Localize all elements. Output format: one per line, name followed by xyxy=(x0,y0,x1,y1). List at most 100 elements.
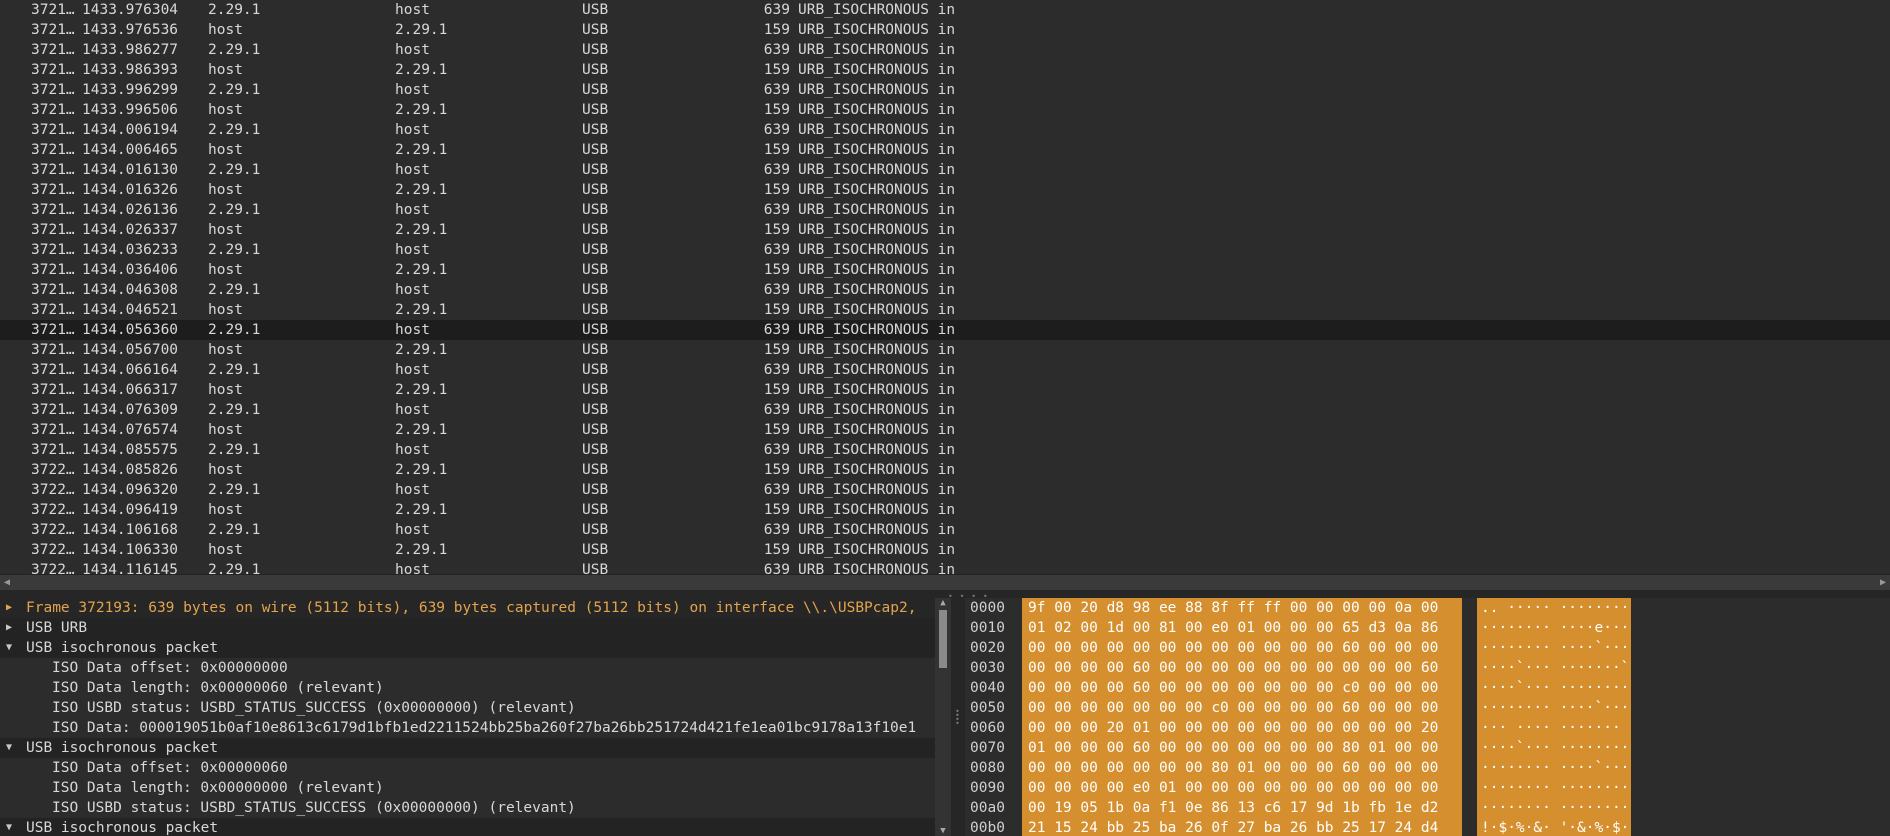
packet-protocol: USB xyxy=(582,422,609,438)
hex-row[interactable]: 0090 00 00 00 00 e0 01 00 00 00 00 00 00 … xyxy=(965,778,1890,798)
packet-row[interactable]: 3722… 1434.116145 2.29.1 host USB 639 URB_ISOC… xyxy=(0,560,1890,574)
expanded-icon[interactable]: ▼ xyxy=(6,738,18,758)
grip-icon[interactable]: • • • • xyxy=(955,708,960,728)
packet-number: 3722… xyxy=(31,462,75,478)
scroll-left-icon[interactable]: ◀ xyxy=(0,575,14,591)
hex-row[interactable]: 00b0 21 15 24 bb 25 ba 26 0f 27 ba 26 bb … xyxy=(965,818,1890,836)
packet-number: 3721… xyxy=(31,122,75,138)
hex-bytes: 00 00 00 00 00 00 00 80 01 00 00 00 60 0… xyxy=(1022,758,1462,778)
hex-row[interactable]: 0040 00 00 00 00 60 00 00 00 00 00 00 00 … xyxy=(965,678,1890,698)
packet-number: 3722… xyxy=(31,522,75,538)
packet-row[interactable]: 3721… 1433.976536 host 2.29.1 USB 159 URB_ISOC… xyxy=(0,20,1890,40)
hex-offset: 0090 xyxy=(970,780,1005,796)
packet-protocol: USB xyxy=(582,102,609,118)
hex-row[interactable]: 0070 01 00 00 00 60 00 00 00 00 00 00 00 … xyxy=(965,738,1890,758)
packet-row[interactable]: 3721… 1434.036406 host 2.29.1 USB 159 URB_ISOC… xyxy=(0,260,1890,280)
packet-list[interactable]: 3721… 1433.976304 2.29.1 host USB 639 URB_ISOC… xyxy=(0,0,1890,574)
tree-node[interactable]: ▼ USB isochronous packet xyxy=(0,738,935,758)
pane-splitter[interactable]: • • • • xyxy=(0,590,1890,601)
packet-number: 3721… xyxy=(31,102,75,118)
tree-field[interactable]: ISO USBD status: USBD_STATUS_SUCCESS (0x… xyxy=(0,698,935,718)
tree-field[interactable]: ISO Data: 000019051b0af10e8613c6179d1bfb… xyxy=(0,718,935,738)
packet-row[interactable]: 3721… 1434.006465 host 2.29.1 USB 159 URB_ISOC… xyxy=(0,140,1890,160)
packet-row[interactable]: 3721… 1434.026337 host 2.29.1 USB 159 URB_ISOC… xyxy=(0,220,1890,240)
packet-details-tree[interactable]: ▶ Frame 372193: 639 bytes on wire (5112 b… xyxy=(0,598,935,836)
packet-row[interactable]: 3721… 1434.036233 2.29.1 host USB 639 URB_ISOC… xyxy=(0,240,1890,260)
hex-row[interactable]: 0000 9f 00 20 d8 98 ee 88 8f ff ff 00 00 … xyxy=(965,598,1890,618)
scroll-right-icon[interactable]: ▶ xyxy=(1876,575,1890,591)
tree-label: Frame 372193: 639 bytes on wire (5112 bi… xyxy=(26,600,917,616)
packet-row[interactable]: 3721… 1434.026136 2.29.1 host USB 639 URB_ISOC… xyxy=(0,200,1890,220)
tree-node[interactable]: ▼ USB isochronous packet xyxy=(0,818,935,836)
packet-bytes-pane[interactable]: 0000 9f 00 20 d8 98 ee 88 8f ff ff 00 00 … xyxy=(965,598,1890,836)
tree-node[interactable]: ▼ USB isochronous packet xyxy=(0,638,935,658)
hex-row[interactable]: 0020 00 00 00 00 00 00 00 00 00 00 00 00 … xyxy=(965,638,1890,658)
packet-row[interactable]: 3721… 1433.986277 2.29.1 host USB 639 URB_ISOC… xyxy=(0,40,1890,60)
packet-row[interactable]: 3722… 1434.096320 2.29.1 host USB 639 URB_ISOC… xyxy=(0,480,1890,500)
packet-row[interactable]: 3722… 1434.106168 2.29.1 host USB 639 URB_ISOC… xyxy=(0,520,1890,540)
packet-row[interactable]: 3721… 1433.976304 2.29.1 host USB 639 URB_ISOC… xyxy=(0,0,1890,20)
packet-row[interactable]: 3721… 1434.076574 host 2.29.1 USB 159 URB_ISOC… xyxy=(0,420,1890,440)
packet-row[interactable]: 3722… 1434.096419 host 2.29.1 USB 159 URB_ISOC… xyxy=(0,500,1890,520)
hex-bytes: 00 00 00 00 60 00 00 00 00 00 00 00 00 0… xyxy=(1022,658,1462,678)
scroll-down-icon[interactable]: ▼ xyxy=(935,826,951,836)
packet-row[interactable]: 3721… 1434.066317 host 2.29.1 USB 159 URB_ISOC… xyxy=(0,380,1890,400)
packet-row[interactable]: 3721… 1434.076309 2.29.1 host USB 639 URB_ISOC… xyxy=(0,400,1890,420)
packet-time: 1434.046521 xyxy=(82,302,179,318)
packet-row[interactable]: 3721… 1434.046308 2.29.1 host USB 639 URB_ISOC… xyxy=(0,280,1890,300)
scrollbar-thumb[interactable] xyxy=(939,610,947,668)
packet-row[interactable]: 3721… 1434.016326 host 2.29.1 USB 159 URB_ISOC… xyxy=(0,180,1890,200)
tree-field[interactable]: ISO Data length: 0x00000060 (relevant) xyxy=(0,678,935,698)
hex-row[interactable]: 0060 00 00 00 20 01 00 00 00 00 00 00 00 … xyxy=(965,718,1890,738)
collapsed-icon[interactable]: ▶ xyxy=(6,598,18,618)
packet-length: 639 xyxy=(763,162,790,178)
packet-time: 1434.026337 xyxy=(82,222,179,238)
packet-destination: 2.29.1 xyxy=(395,342,448,358)
hex-row[interactable]: 0080 00 00 00 00 00 00 00 80 01 00 00 00 … xyxy=(965,758,1890,778)
packet-time: 1434.046308 xyxy=(82,282,179,298)
packet-row[interactable]: 3722… 1434.085826 host 2.29.1 USB 159 URB_ISOC… xyxy=(0,460,1890,480)
tree-node[interactable]: ▶ USB URB xyxy=(0,618,935,638)
packet-source: host xyxy=(208,342,243,358)
tree-node[interactable]: ▶ Frame 372193: 639 bytes on wire (5112 b… xyxy=(0,598,935,618)
packet-row[interactable]: 3721… 1433.996506 host 2.29.1 USB 159 URB_ISOC… xyxy=(0,100,1890,120)
packet-row[interactable]: 3721… 1433.986393 host 2.29.1 USB 159 URB_ISOC… xyxy=(0,60,1890,80)
packet-row[interactable]: 3721… 1434.016130 2.29.1 host USB 639 URB_ISOC… xyxy=(0,160,1890,180)
packet-source: host xyxy=(208,102,243,118)
packet-time: 1434.066317 xyxy=(82,382,179,398)
packet-number: 3721… xyxy=(31,402,75,418)
tree-field[interactable]: ISO Data length: 0x00000000 (relevant) xyxy=(0,778,935,798)
hex-row[interactable]: 0050 00 00 00 00 00 00 00 c0 00 00 00 00 … xyxy=(965,698,1890,718)
packet-row[interactable]: 3721… 1434.085575 2.29.1 host USB 639 URB_ISOC… xyxy=(0,440,1890,460)
hex-row[interactable]: 00a0 00 19 05 1b 0a f1 0e 86 13 c6 17 9d … xyxy=(965,798,1890,818)
tree-field[interactable]: ISO USBD status: USBD_STATUS_SUCCESS (0x… xyxy=(0,798,935,818)
packet-length: 639 xyxy=(763,82,790,98)
hex-row[interactable]: 0030 00 00 00 00 60 00 00 00 00 00 00 00 … xyxy=(965,658,1890,678)
packet-row[interactable]: 3721… 1434.066164 2.29.1 host USB 639 URB_ISOC… xyxy=(0,360,1890,380)
packet-source: 2.29.1 xyxy=(208,362,261,378)
packet-protocol: USB xyxy=(582,442,609,458)
packet-length: 639 xyxy=(763,202,790,218)
expanded-icon[interactable]: ▼ xyxy=(6,638,18,658)
packet-row[interactable]: 3722… 1434.106330 host 2.29.1 USB 159 URB_ISOC… xyxy=(0,540,1890,560)
scroll-up-icon[interactable]: ▲ xyxy=(935,598,951,608)
packet-number: 3721… xyxy=(31,342,75,358)
hex-ascii: ········ ····`··· xyxy=(1477,698,1631,718)
packet-protocol: USB xyxy=(582,42,609,58)
tree-field[interactable]: ISO Data offset: 0x00000000 xyxy=(0,658,935,678)
packet-list-horizontal-scrollbar[interactable]: ◀ ▶ xyxy=(0,574,1890,591)
tree-field[interactable]: ISO Data offset: 0x00000060 xyxy=(0,758,935,778)
details-vertical-scrollbar[interactable]: ▲ ▼ xyxy=(935,598,951,836)
collapsed-icon[interactable]: ▶ xyxy=(6,618,18,638)
packet-protocol: USB xyxy=(582,462,609,478)
expanded-icon[interactable]: ▼ xyxy=(6,818,18,836)
packet-row[interactable]: 3721… 1434.056700 host 2.29.1 USB 159 URB_ISOC… xyxy=(0,340,1890,360)
vertical-pane-splitter[interactable]: • • • • xyxy=(951,598,965,836)
packet-time: 1434.056360 xyxy=(82,322,179,338)
packet-row[interactable]: 3721… 1434.046521 host 2.29.1 USB 159 URB_ISOC… xyxy=(0,300,1890,320)
hex-row[interactable]: 0010 01 02 00 1d 00 81 00 e0 01 00 00 00 … xyxy=(965,618,1890,638)
tree-label: USB isochronous packet xyxy=(26,820,219,836)
packet-row[interactable]: 3721… 1433.996299 2.29.1 host USB 639 URB_ISOC… xyxy=(0,80,1890,100)
packet-row[interactable]: 3721… 1434.056360 2.29.1 host USB 639 URB_ISOC… xyxy=(0,320,1890,340)
packet-row[interactable]: 3721… 1434.006194 2.29.1 host USB 639 URB_ISOC… xyxy=(0,120,1890,140)
